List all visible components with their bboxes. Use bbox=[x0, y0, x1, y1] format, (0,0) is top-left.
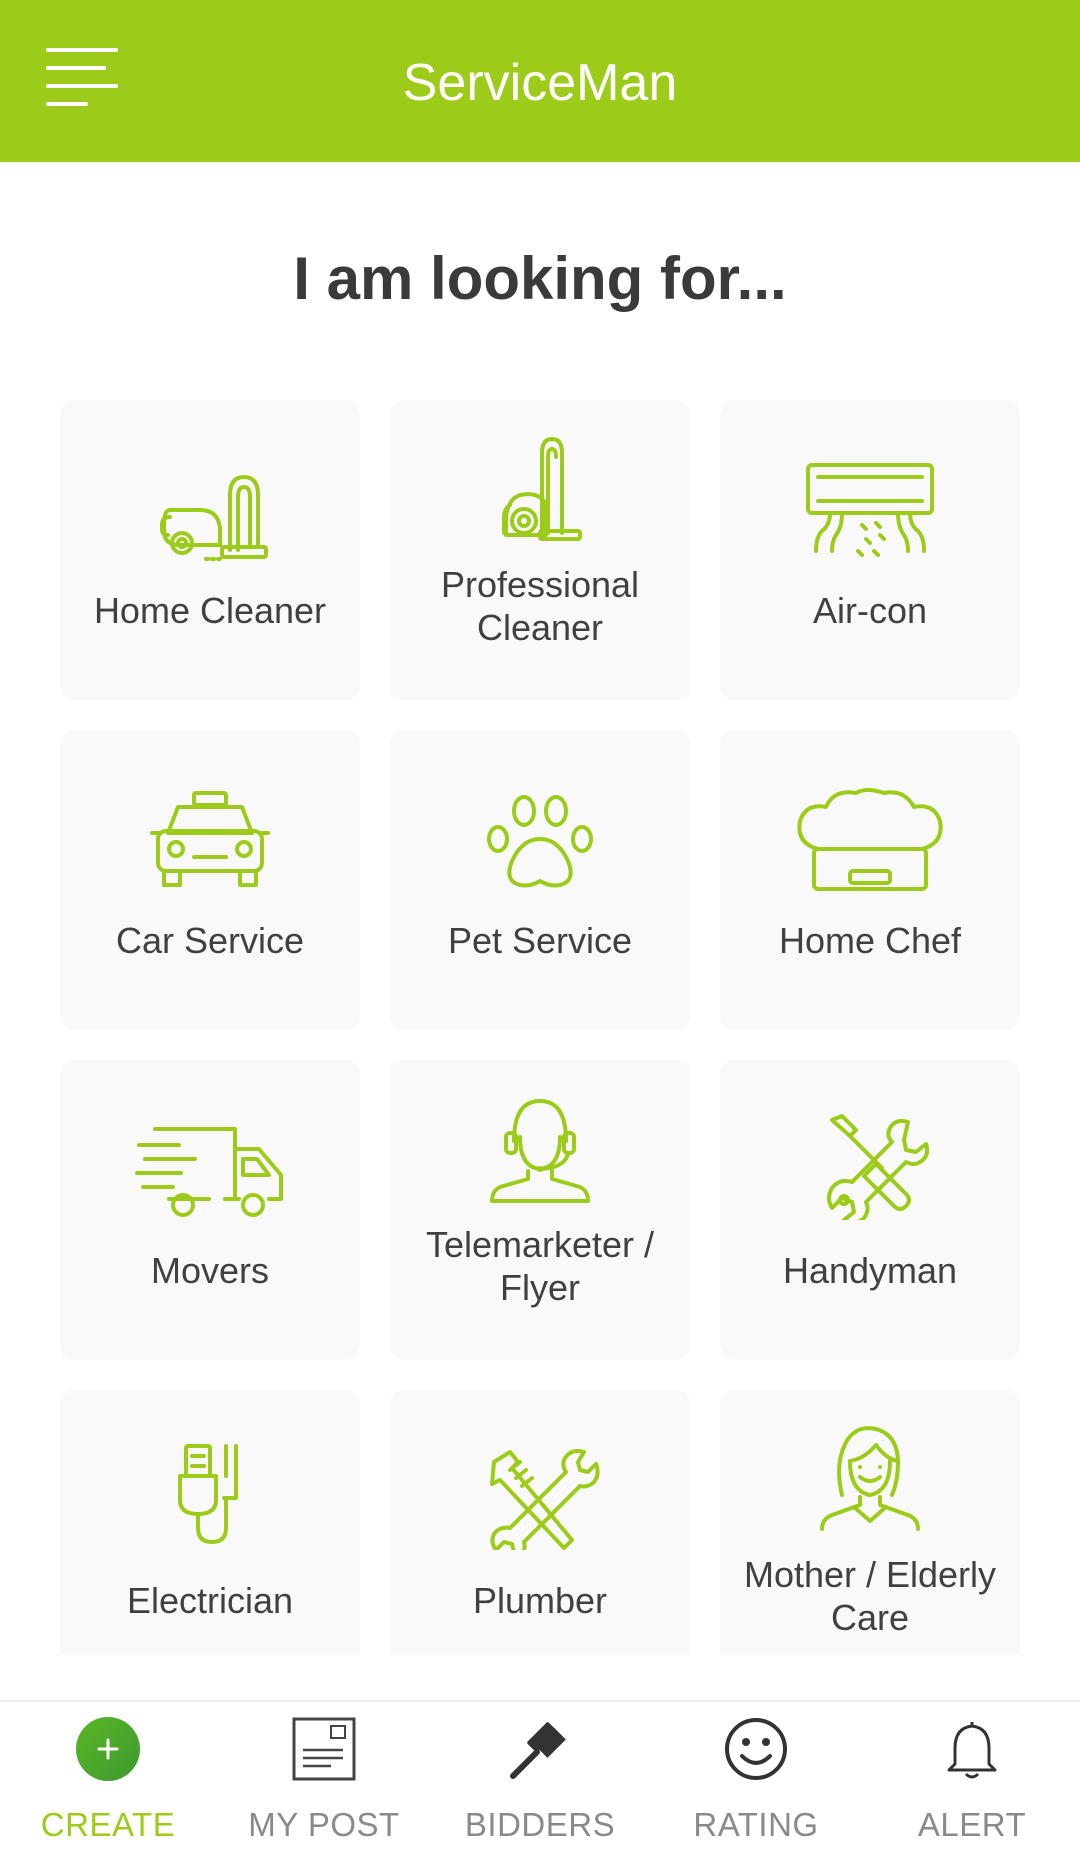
menu-button[interactable] bbox=[40, 40, 130, 120]
post-icon bbox=[292, 1717, 356, 1781]
category-label: Mother / Elderly Care bbox=[743, 1554, 997, 1638]
category-card-air-con[interactable]: Air-con bbox=[720, 400, 1020, 700]
category-label: Air-con bbox=[812, 589, 928, 631]
category-label: Car Service bbox=[115, 919, 305, 961]
category-card-electrician[interactable]: Electrician bbox=[60, 1390, 360, 1655]
category-card-telemarketer-flyer[interactable]: Telemarketer / Flyer bbox=[390, 1060, 690, 1360]
bell-icon bbox=[947, 1722, 997, 1779]
category-label: Professional Cleaner bbox=[440, 564, 640, 648]
nav-label: CREATE bbox=[40, 1806, 176, 1843]
nav-my-post[interactable]: MY POST bbox=[216, 1702, 432, 1850]
category-label: Handyman bbox=[782, 1249, 958, 1291]
gavel-icon bbox=[510, 1722, 566, 1779]
category-card-plumber[interactable]: Plumber bbox=[390, 1390, 690, 1655]
nav-alert[interactable]: ALERT bbox=[864, 1702, 1080, 1850]
category-grid: Home Cleaner Professional Cleaner Air-co… bbox=[60, 400, 1020, 1655]
category-grid-viewport: Home Cleaner Professional Cleaner Air-co… bbox=[0, 400, 1080, 1655]
category-label: Home Cleaner bbox=[93, 589, 327, 631]
bottom-navigation: CREATE MY POST BIDDERS RATING ALERT bbox=[0, 1700, 1080, 1850]
page-heading: I am looking for... bbox=[293, 245, 787, 312]
plus-circle-icon bbox=[76, 1717, 140, 1781]
app-title: ServiceMan bbox=[402, 54, 678, 112]
category-card-home-cleaner[interactable]: Home Cleaner bbox=[60, 400, 360, 700]
nav-label: MY POST bbox=[248, 1806, 400, 1843]
nav-bidders[interactable]: BIDDERS bbox=[432, 1702, 648, 1850]
category-card-home-chef[interactable]: Home Chef bbox=[720, 730, 1020, 1030]
category-card-car-service[interactable]: Car Service bbox=[60, 730, 360, 1030]
category-label: Movers bbox=[150, 1249, 270, 1291]
nav-create[interactable]: CREATE bbox=[0, 1702, 216, 1850]
nav-rating[interactable]: RATING bbox=[648, 1702, 864, 1850]
menu-icon bbox=[46, 48, 118, 106]
nav-label: ALERT bbox=[917, 1806, 1027, 1843]
category-card-professional-cleaner[interactable]: Professional Cleaner bbox=[390, 400, 690, 700]
smiley-icon bbox=[725, 1718, 787, 1780]
nav-label: RATING bbox=[693, 1806, 819, 1843]
category-label: Electrician bbox=[126, 1579, 294, 1621]
category-label: Plumber bbox=[472, 1579, 608, 1621]
app-bar: ServiceMan bbox=[0, 0, 1080, 162]
category-card-handyman[interactable]: Handyman bbox=[720, 1060, 1020, 1360]
category-label: Pet Service bbox=[447, 919, 633, 961]
nav-label: BIDDERS bbox=[464, 1806, 616, 1843]
category-card-mother-elderly-care[interactable]: Mother / Elderly Care bbox=[720, 1390, 1020, 1655]
category-label: Home Chef bbox=[778, 919, 962, 961]
category-label: Telemarketer / Flyer bbox=[425, 1224, 655, 1308]
category-card-movers[interactable]: Movers bbox=[60, 1060, 360, 1360]
category-card-pet-service[interactable]: Pet Service bbox=[390, 730, 690, 1030]
